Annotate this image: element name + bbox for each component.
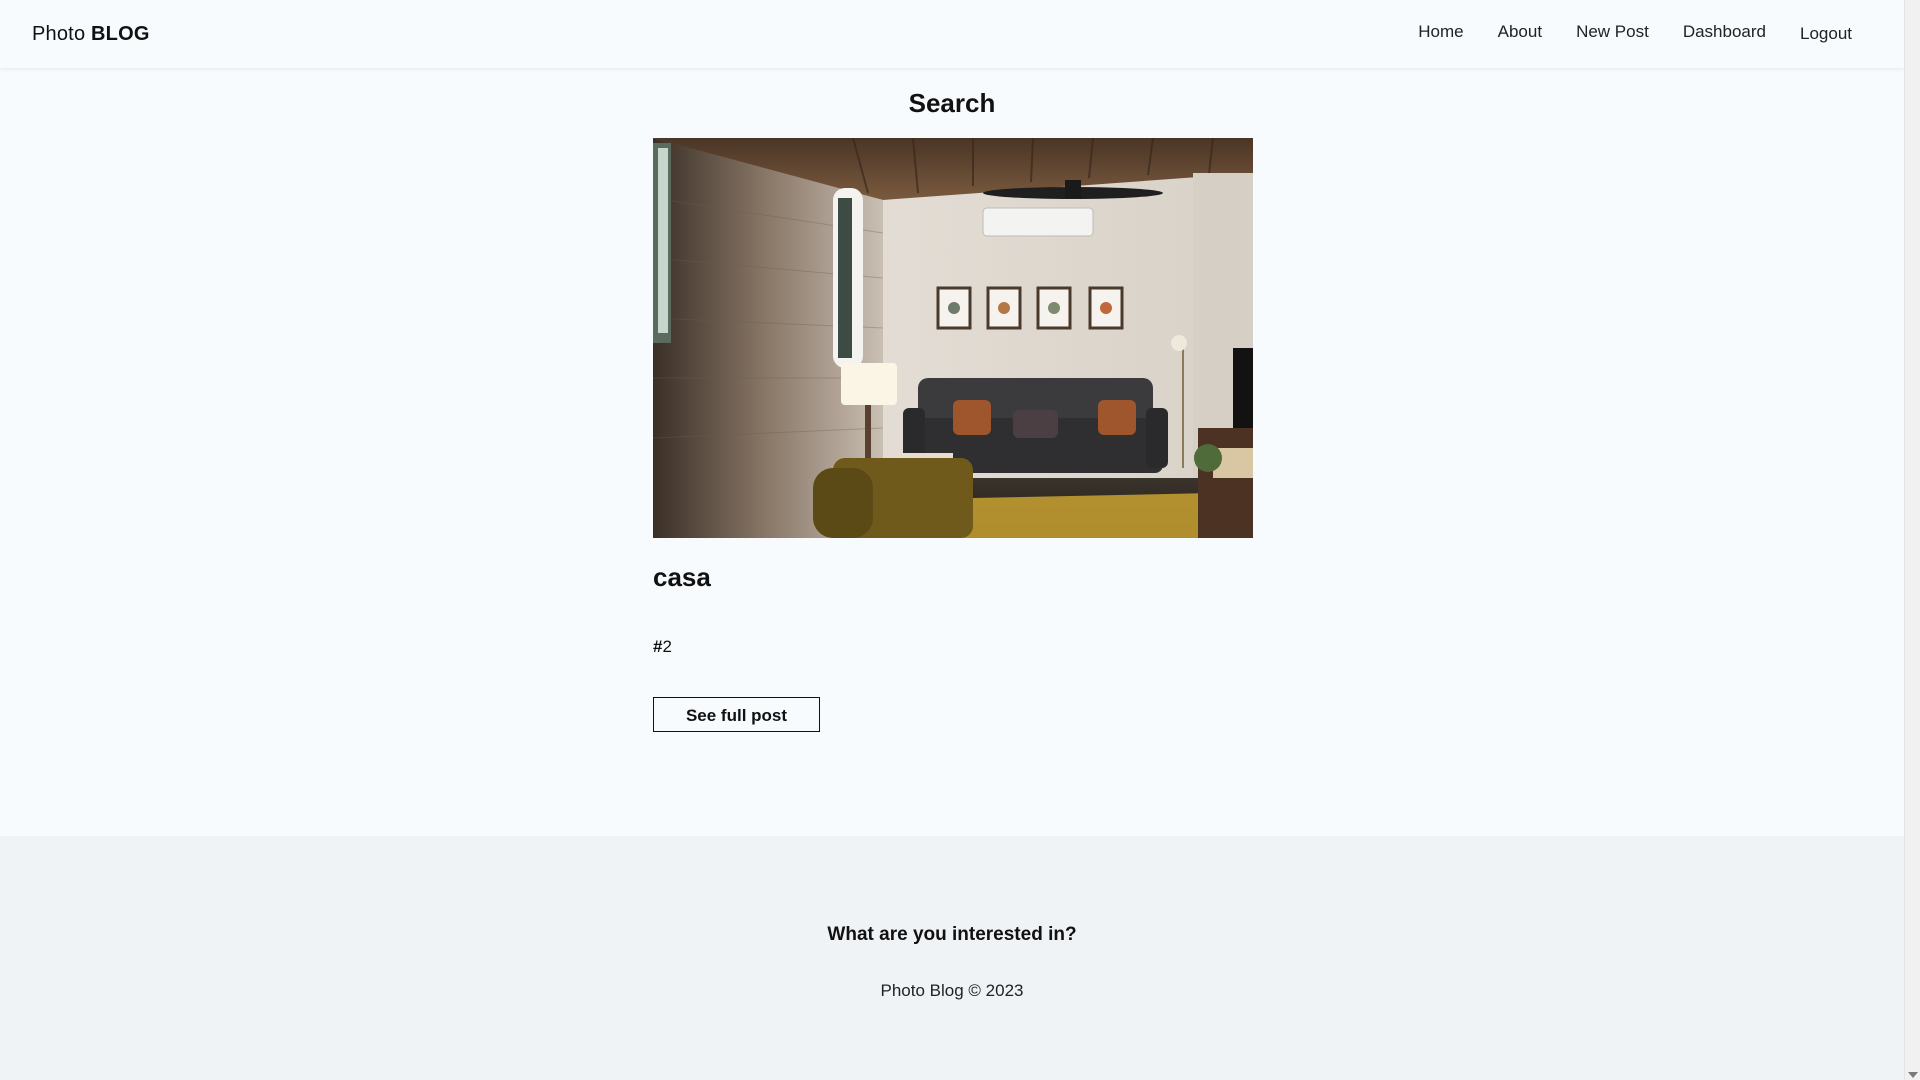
page-scrollbar[interactable] xyxy=(1904,0,1920,1080)
scrollbar-thumb[interactable] xyxy=(1908,2,1917,1060)
main-nav: Home About New Post Dashboard Logout xyxy=(1384,22,1852,44)
brand-light-text: Photo xyxy=(32,23,92,45)
nav-logout-link[interactable]: Logout xyxy=(1800,24,1852,44)
post-title[interactable]: casa xyxy=(653,562,1253,593)
page: Photo BLOG Home About New Post Dashboard… xyxy=(0,0,1904,1080)
top-navbar: Photo BLOG Home About New Post Dashboard… xyxy=(0,0,1904,68)
post-tag: #2 xyxy=(653,637,1253,657)
post-card: casa #2 See full post xyxy=(653,138,1253,732)
brand-bold-text: BLOG xyxy=(91,23,150,45)
tag-value: 2 xyxy=(662,637,672,656)
footer-question: What are you interested in? xyxy=(827,924,1077,945)
see-full-post-button[interactable]: See full post xyxy=(653,697,820,732)
post-photo-illustration xyxy=(653,138,1253,538)
main-content: Search casa #2 See full post xyxy=(0,68,1904,836)
nav-dashboard-link[interactable]: Dashboard xyxy=(1683,22,1766,42)
living-room-photo[interactable] xyxy=(653,138,1253,538)
footer-copyright: Photo Blog © 2023 xyxy=(880,981,1024,1000)
nav-home-link[interactable]: Home xyxy=(1418,22,1463,42)
nav-new-post-link[interactable]: New Post xyxy=(1576,22,1649,42)
footer: What are you interested in? Photo Blog ©… xyxy=(0,836,1904,1080)
page-title: Search xyxy=(908,88,996,118)
nav-about-link[interactable]: About xyxy=(1498,22,1542,42)
brand-logo[interactable]: Photo BLOG xyxy=(32,23,150,46)
scroll-down-arrow-icon[interactable] xyxy=(1908,1072,1918,1078)
